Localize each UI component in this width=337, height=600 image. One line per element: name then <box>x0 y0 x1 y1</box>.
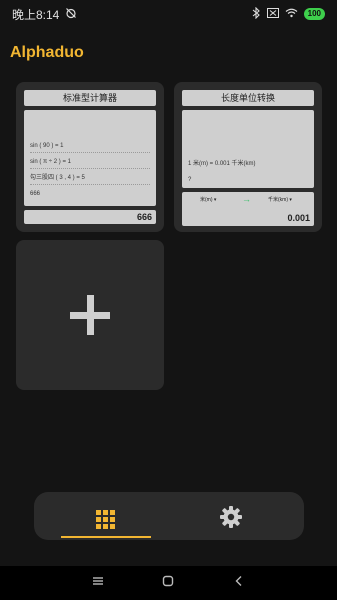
from-unit-label: 米(m) <box>200 197 213 203</box>
app-title: Alphaduo <box>10 44 84 61</box>
converter-controls: 米(m) ▾ → 千米(km) ▾ 0.001 <box>182 192 314 226</box>
wifi-icon <box>285 7 298 21</box>
conv-history-line: 1 米(m) = 0.001 千米(km) <box>188 161 256 167</box>
alarm-off-icon <box>65 7 77 22</box>
conv-history-line: ? <box>188 177 192 183</box>
calc-history-line: sin ( 90 ) = 1 <box>30 140 150 153</box>
home-icon[interactable] <box>162 574 174 590</box>
calc-history-line: 666 <box>30 191 41 197</box>
calc-history-line: sin ( π ÷ 2 ) = 1 <box>30 156 150 169</box>
status-bar: 晚上8:14 100 <box>0 0 337 28</box>
calc-history-line: 勾三股四 ( 3 , 4 ) = 5 <box>30 172 150 185</box>
status-time: 晚上8:14 <box>12 7 60 22</box>
add-tool-button[interactable] <box>16 240 164 390</box>
sim-off-icon <box>266 7 279 21</box>
active-tab-indicator <box>61 536 151 538</box>
status-right: 100 <box>251 6 325 22</box>
arrow-right-icon[interactable]: → <box>242 194 251 204</box>
from-unit-select[interactable]: 米(m) ▾ <box>200 194 216 206</box>
bluetooth-icon <box>251 6 261 22</box>
converter-history: 1 米(m) = 0.001 千米(km) ? <box>182 110 314 188</box>
menu-icon[interactable] <box>92 574 104 590</box>
to-unit-select[interactable]: 千米(km) ▾ <box>268 194 292 206</box>
calculator-card[interactable]: 标准型计算器 sin ( 90 ) = 1 sin ( π ÷ 2 ) = 1 … <box>16 82 164 232</box>
calculator-result: 666 <box>24 210 156 224</box>
calculator-history: sin ( 90 ) = 1 sin ( π ÷ 2 ) = 1 勾三股四 ( … <box>24 110 156 206</box>
converter-card-title: 长度单位转换 <box>182 90 314 106</box>
grid-icon <box>96 510 116 529</box>
chevron-down-icon: ▾ <box>213 197 217 203</box>
tab-settings[interactable] <box>169 492 304 540</box>
status-left: 晚上8:14 <box>12 6 77 23</box>
converter-result: 0.001 <box>287 213 310 223</box>
system-nav-bar <box>0 566 337 600</box>
to-unit-label: 千米(km) <box>268 197 288 203</box>
tab-tools[interactable] <box>34 492 169 540</box>
length-converter-card[interactable]: 长度单位转换 1 米(m) = 0.001 千米(km) ? 米(m) ▾ → … <box>174 82 322 232</box>
battery-icon: 100 <box>303 8 325 20</box>
gear-icon <box>220 506 242 528</box>
back-icon[interactable] <box>233 574 245 590</box>
calculator-card-title: 标准型计算器 <box>24 90 156 106</box>
bottom-nav <box>34 492 304 540</box>
chevron-down-icon: ▾ <box>289 197 292 203</box>
